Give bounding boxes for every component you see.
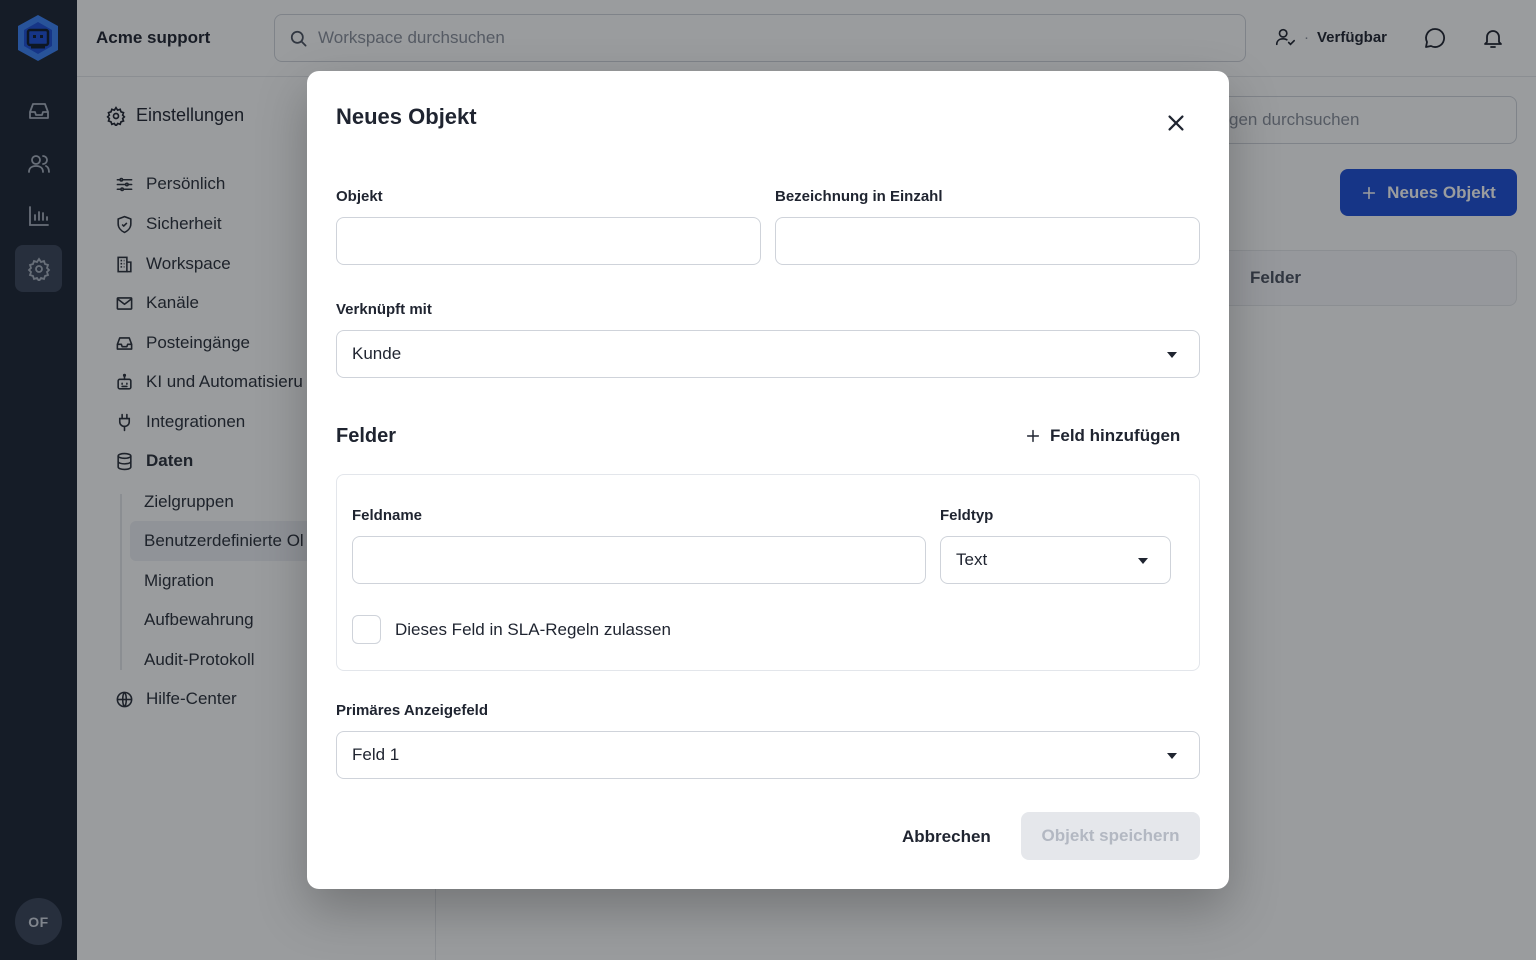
modal-title: Neues Objekt	[336, 104, 477, 129]
linked-select[interactable]: Kunde	[336, 330, 1200, 378]
add-field-label: Feld hinzufügen	[1050, 426, 1181, 445]
caret-down-icon	[1138, 558, 1148, 564]
field-card: Feldname Feldtyp Text Dieses Feld in SLA…	[336, 474, 1200, 671]
close-button[interactable]	[1165, 112, 1187, 134]
cancel-button[interactable]: Abbrechen	[902, 827, 991, 847]
fields-title: Felder	[336, 425, 397, 447]
singular-input[interactable]	[775, 217, 1200, 265]
object-label: Objekt	[336, 188, 383, 205]
singular-label: Bezeichnung in Einzahl	[775, 188, 943, 205]
linked-value: Kunde	[352, 344, 402, 363]
sla-checkbox-label[interactable]: Dieses Feld in SLA-Regeln zulassen	[395, 620, 671, 640]
field-name-label: Feldname	[352, 507, 423, 524]
field-type-value: Text	[956, 550, 988, 569]
close-icon	[1168, 115, 1184, 131]
field-type-select[interactable]: Text	[940, 536, 1171, 584]
object-input[interactable]	[336, 217, 761, 265]
field-type-label: Feldtyp	[940, 507, 994, 524]
add-field-button[interactable]: Feld hinzufügen	[1025, 426, 1180, 446]
primary-display-label: Primäres Anzeigefeld	[336, 702, 488, 719]
caret-down-icon	[1167, 352, 1177, 358]
new-object-modal: Neues Objekt Objekt Bezeichnung in Einza…	[307, 71, 1229, 889]
save-object-button[interactable]: Objekt speichern	[1021, 812, 1200, 860]
plus-icon	[1026, 429, 1040, 443]
primary-display-value: Feld 1	[352, 745, 400, 764]
linked-label: Verknüpft mit	[336, 301, 432, 318]
primary-display-select[interactable]: Feld 1	[336, 731, 1200, 779]
field-name-input[interactable]	[352, 536, 926, 584]
caret-down-icon	[1167, 753, 1177, 759]
sla-checkbox[interactable]	[352, 615, 381, 644]
